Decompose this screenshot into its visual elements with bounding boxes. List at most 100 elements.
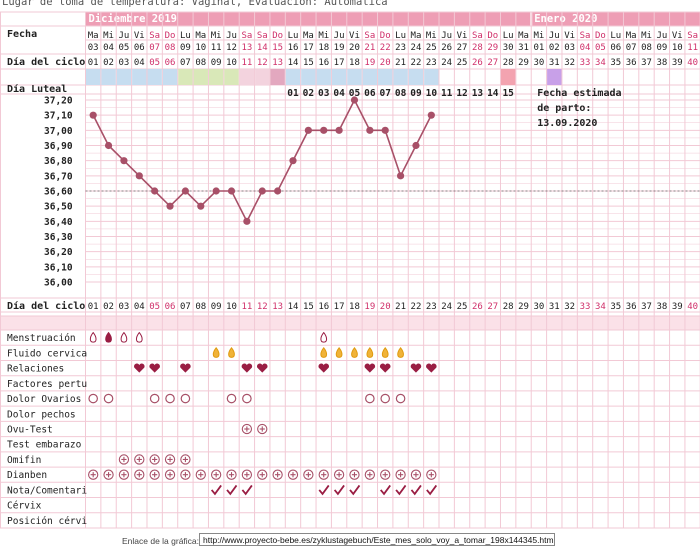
luteal-day-label: 06 — [364, 88, 376, 99]
bottom-cycle-label: 29 — [518, 302, 529, 312]
heart-icon — [241, 363, 253, 373]
drop-icon — [89, 331, 97, 343]
check-icon — [210, 484, 222, 496]
check-icon — [333, 484, 345, 496]
weekday-label: Mi — [641, 31, 652, 41]
date-label: 04 — [580, 43, 591, 53]
weekday-label: Sa — [472, 31, 483, 41]
phase-band-cell — [270, 69, 285, 85]
temperature-point — [197, 202, 205, 210]
date-label: 05 — [119, 43, 130, 53]
bottom-cycle-label: 38 — [656, 302, 667, 312]
temperature-point — [258, 187, 266, 195]
circle-icon — [395, 393, 406, 404]
temperature-point — [274, 187, 282, 195]
heart-icon — [426, 363, 437, 373]
date-label: 24 — [411, 43, 422, 53]
chart-link-url[interactable]: http://www.proyecto-bebe.es/zyklustagebu… — [199, 533, 555, 546]
luteal-day-label: 15 — [502, 88, 514, 99]
phase-band-cell — [285, 69, 301, 85]
bottom-cycle-label: 04 — [134, 302, 145, 312]
luteal-day-label: 14 — [487, 88, 499, 99]
weekday-label: Lu — [395, 31, 406, 41]
bottom-cycle-label: 13 — [272, 302, 283, 312]
cycle-day-label: 05 — [149, 58, 160, 68]
bottom-cycle-label: 34 — [595, 302, 606, 312]
date-label: 13 — [241, 43, 252, 53]
cycle-day-label: 06 — [165, 58, 176, 68]
date-label: 07 — [626, 43, 637, 53]
cycle-day-label: 10 — [226, 58, 237, 68]
weekday-label: Sa — [257, 31, 268, 41]
drop-icon — [320, 331, 328, 343]
temperature-point — [381, 126, 389, 134]
bottom-cycle-label: 11 — [241, 302, 252, 312]
date-label: 11 — [687, 43, 698, 53]
date-label: 11 — [211, 43, 222, 53]
date-label: 08 — [165, 43, 176, 53]
phase-band-cell — [424, 69, 439, 85]
luteal-day-label: 02 — [303, 88, 314, 99]
phase-band-cell — [331, 69, 347, 85]
bottom-cycle-label: 15 — [303, 302, 314, 312]
chart-link-bar: Enlace de la gráfica: http://www.proyect… — [0, 532, 700, 550]
bottom-cycle-label: 03 — [119, 302, 130, 312]
y-tick-label: 36,60 — [44, 187, 73, 198]
fertility-chart: Lugar de toma de temperatura: Vaginal, E… — [0, 0, 700, 529]
cycle-day-label: 02 — [103, 58, 114, 68]
cycle-day-label: 38 — [656, 58, 667, 68]
bottom-cycle-label: 08 — [195, 302, 206, 312]
phase-band-cell — [132, 69, 147, 85]
date-label: 21 — [364, 43, 375, 53]
weekday-label: Ju — [226, 31, 237, 41]
phase-band-cell — [101, 69, 116, 85]
circle-icon — [103, 393, 114, 404]
weekday-label: Sa — [149, 31, 160, 41]
cycle-day-label: 35 — [610, 58, 621, 68]
date-label: 10 — [195, 43, 206, 53]
weekday-label: Do — [487, 31, 498, 41]
chart-link-label: Enlace de la gráfica: — [122, 536, 200, 546]
cycle-day-label: 18 — [349, 58, 360, 68]
weekday-label: Ju — [549, 31, 560, 41]
temperature-point — [320, 126, 328, 134]
bottom-cycle-label: 20 — [380, 302, 391, 312]
luteal-day-label: 12 — [456, 88, 467, 99]
weekday-label: Vi — [672, 31, 683, 41]
cycle-day-label: 19 — [364, 58, 375, 68]
temperature-point — [412, 141, 420, 150]
heart-icon — [364, 363, 376, 373]
month-label-december: Diciembre 2019 — [89, 13, 178, 25]
temperature-point — [350, 96, 359, 104]
y-tick-label: 36,70 — [44, 171, 73, 182]
cycle-day-label: 40 — [687, 58, 698, 68]
bottom-cycle-label: 12 — [257, 302, 268, 312]
weekday-label: Lu — [610, 31, 621, 41]
luteal-day-label: 01 — [287, 88, 299, 99]
drop-icon — [320, 347, 328, 358]
check-icon — [349, 484, 361, 496]
date-label: 31 — [518, 43, 529, 53]
temperature-point — [227, 187, 236, 195]
date-label: 20 — [349, 43, 360, 53]
y-tick-label: 37,00 — [44, 126, 73, 137]
y-tick-label: 37,10 — [44, 111, 73, 122]
symptom-label: Dianben — [7, 470, 47, 481]
circle-icon — [226, 393, 237, 404]
bottom-cycle-label: 01 — [88, 302, 99, 312]
due-date-line1: Fecha estimada — [537, 87, 621, 99]
cycle-day-label: 33 — [580, 58, 591, 68]
temperature-point — [181, 187, 190, 195]
cycle-day-label: 32 — [564, 58, 575, 68]
date-label: 18 — [318, 43, 329, 53]
date-label: 05 — [595, 43, 606, 53]
luteal-day-label: 10 — [426, 88, 438, 99]
weekday-label: Vi — [134, 31, 145, 41]
heart-icon — [379, 363, 391, 373]
cycle-day-label: 29 — [518, 58, 529, 68]
bottom-cycle-label: 27 — [487, 302, 498, 312]
bottom-cycle-label: 25 — [457, 302, 468, 312]
weekday-label: Ju — [334, 31, 345, 41]
symptom-label: Factores pertu — [7, 379, 87, 390]
weekday-label: Lu — [180, 31, 191, 41]
